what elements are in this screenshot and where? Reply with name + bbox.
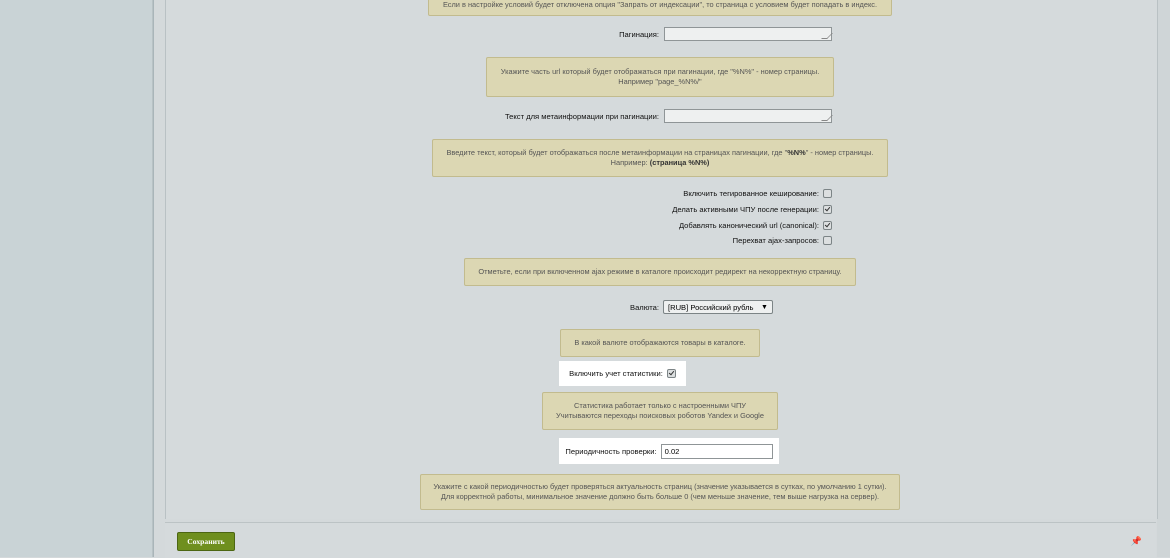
ajax-note: Отметьте, если при включенном ajax режим… (464, 258, 856, 286)
currency-note-text: В какой валюте отображаются товары в кат… (574, 338, 746, 347)
ajax-checkbox[interactable] (823, 236, 832, 245)
left-panel (0, 0, 154, 557)
checkbox-activate-sef: Делать активными ЧПУ после генерации: (672, 205, 832, 214)
checkbox-tagged-cache: Включить тегированное кеширование: (683, 189, 832, 198)
checkbox-ajax: Перехват ajax-запросов: (733, 236, 832, 245)
canonical-checkbox[interactable] (823, 221, 832, 230)
pin-icon[interactable]: 📌 (1131, 536, 1142, 547)
footer-bar: Сохранить 📌 (165, 522, 1156, 558)
tagged-cache-checkbox[interactable] (823, 189, 832, 198)
currency-select[interactable]: [RUB] Российский рубль ▼ (662, 300, 773, 314)
currency-selected-value: [RUB] Российский рубль (667, 302, 754, 312)
stats-checkbox[interactable] (666, 369, 676, 378)
currency-label: Валюта: (630, 302, 659, 312)
canonical-label: Добавлять канонический url (canonical): (678, 221, 819, 230)
meta-text-note: Введите текст, который будет отображатьс… (432, 139, 888, 177)
currency-note: В какой валюте отображаются товары в кат… (560, 329, 760, 357)
tagged-cache-label: Включить тегированное кеширование: (683, 189, 819, 198)
checkbox-canonical: Добавлять канонический url (canonical): (679, 221, 832, 230)
indexing-note-text: Если в настройке условий будет отключена… (442, 0, 878, 9)
stats-note: Статистика работает только с настроенным… (542, 392, 778, 430)
pagination-label: Пагинация: (619, 29, 659, 39)
meta-text-label: Текст для метаинформации при пагинации: (504, 111, 659, 121)
ajax-note-text: Отметьте, если при включенном ajax режим… (478, 267, 842, 276)
chevron-down-icon: ▼ (761, 303, 768, 311)
period-input-value: 0.02 (664, 446, 680, 456)
pagination-row: Пагинация: (619, 27, 832, 41)
stats-note-line1: Статистика работает только с настроенным… (574, 401, 746, 410)
stats-note-line2: Учитываются переходы поисковых роботов Y… (556, 411, 764, 420)
indexing-note: Если в настройке условий будет отключена… (428, 0, 892, 16)
pagination-input[interactable] (664, 27, 832, 41)
period-note: Укажите с какой периодичностью будет про… (420, 474, 900, 510)
period-input[interactable]: 0.02 (660, 443, 773, 459)
meta-text-input[interactable] (664, 109, 832, 123)
period-label: Периодичность проверки: (565, 446, 657, 456)
activate-sef-label: Делать активными ЧПУ после генерации: (672, 205, 819, 214)
stats-label: Включить учет статистики: (569, 369, 663, 378)
period-note-line1: Укажите с какой периодичностью будет про… (433, 482, 887, 491)
pagination-note: Укажите часть url который будет отобража… (486, 57, 834, 97)
meta-text-note-line2: Например: (страница %N%) (610, 158, 710, 167)
activate-sef-checkbox[interactable] (823, 205, 832, 214)
page-scrollbar[interactable] (1157, 0, 1170, 557)
pagination-note-line2: Например "page_%N%/" (618, 77, 702, 86)
save-button[interactable]: Сохранить (177, 532, 235, 551)
currency-row: Валюта: [RUB] Российский рубль ▼ (630, 300, 773, 314)
meta-text-row: Текст для метаинформации при пагинации: (505, 109, 832, 123)
meta-text-note-line1: Введите текст, который будет отображатьс… (446, 148, 874, 157)
period-row: Периодичность проверки: 0.02 (559, 438, 779, 464)
pagination-note-line1: Укажите часть url который будет отобража… (500, 67, 820, 76)
settings-content: Если в настройке условий будет отключена… (165, 0, 1158, 519)
ajax-label: Перехват ajax-запросов: (732, 236, 819, 245)
period-note-line2: Для корректной работы, минимальное значе… (440, 492, 880, 501)
stats-row: Включить учет статистики: (559, 361, 686, 386)
